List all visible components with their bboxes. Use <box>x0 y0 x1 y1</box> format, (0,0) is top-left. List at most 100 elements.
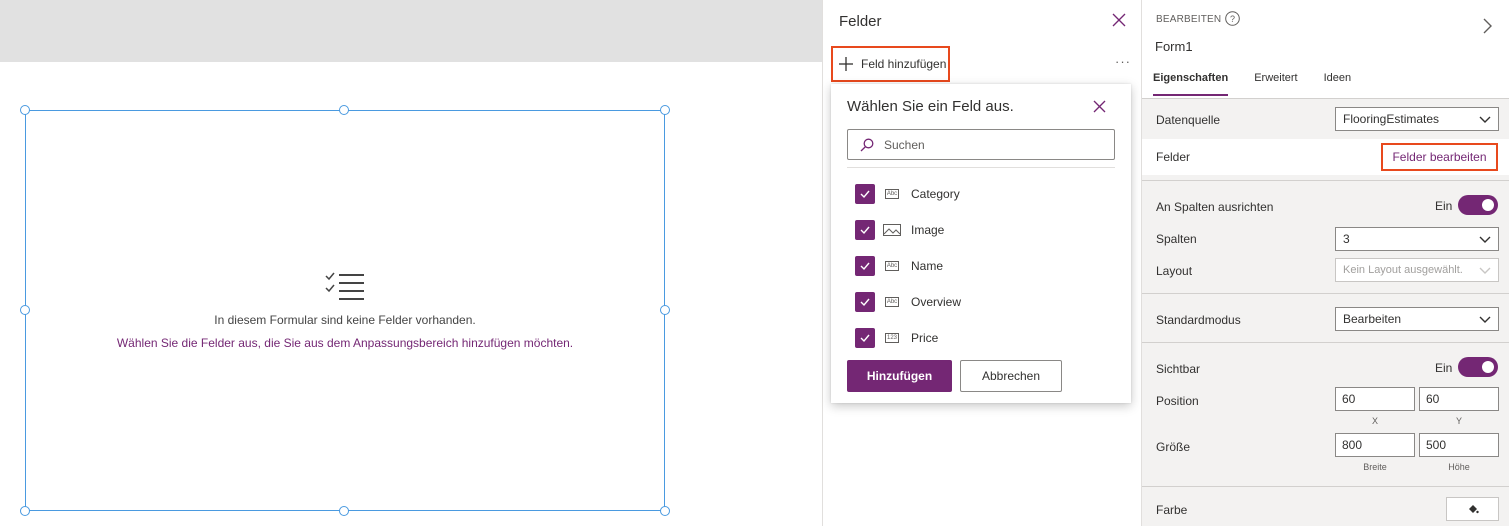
property-tabs: Eigenschaften Erweitert Ideen <box>1153 72 1377 96</box>
field-name: Category <box>911 187 960 201</box>
edit-label: BEARBEITEN <box>1156 14 1222 25</box>
visible-label: Sichtbar <box>1156 362 1201 376</box>
popup-title: Wählen Sie ein Feld aus. <box>847 98 1014 115</box>
select-fields-link[interactable]: Wählen Sie die Felder aus, die Sie aus d… <box>26 336 664 350</box>
height-input[interactable] <box>1419 433 1499 457</box>
default-mode-value: Bearbeiten <box>1343 312 1402 326</box>
field-name: Price <box>911 331 939 345</box>
edit-fields-link[interactable]: Felder bearbeiten <box>1381 143 1498 171</box>
tab-ideas[interactable]: Ideen <box>1324 72 1352 96</box>
checkbox[interactable] <box>855 256 875 276</box>
layout-label: Layout <box>1156 264 1193 278</box>
visible-toggle[interactable] <box>1458 357 1498 377</box>
search-icon <box>860 138 874 151</box>
fields-pane-title: Felder <box>839 13 882 30</box>
checkmark-icon <box>860 226 870 235</box>
resize-handle-left[interactable] <box>20 305 30 315</box>
form-control[interactable]: In diesem Formular sind keine Felder vor… <box>25 110 665 511</box>
field-item-category[interactable]: Abc Category <box>855 176 961 212</box>
canvas-top-bar <box>0 0 822 62</box>
checkmark-icon <box>860 262 870 271</box>
checkmark-icon <box>860 190 870 199</box>
checkbox[interactable] <box>855 292 875 312</box>
snap-toggle-text: Ein <box>1435 199 1453 213</box>
color-picker-button[interactable] <box>1446 497 1499 521</box>
tab-properties[interactable]: Eigenschaften <box>1153 72 1229 96</box>
resize-handle-bottom[interactable] <box>339 506 349 516</box>
resize-handle-right[interactable] <box>660 305 670 315</box>
resize-handle-bottom-right[interactable] <box>660 506 670 516</box>
layout-dropdown[interactable]: Kein Layout ausgewählt. <box>1335 258 1499 282</box>
columns-dropdown[interactable]: 3 <box>1335 227 1499 251</box>
checkbox[interactable] <box>855 220 875 240</box>
position-x-input[interactable] <box>1335 387 1415 411</box>
add-button[interactable]: Hinzufügen <box>847 360 952 392</box>
chevron-down-icon <box>1479 267 1491 274</box>
color-label: Farbe <box>1156 503 1188 517</box>
help-icon[interactable]: ? <box>1225 11 1240 26</box>
snap-to-columns-toggle[interactable] <box>1458 195 1498 215</box>
field-item-image[interactable]: Image <box>855 212 961 248</box>
position-y-input[interactable] <box>1419 387 1499 411</box>
field-name: Overview <box>911 295 962 309</box>
field-list: Abc Category Image Abc Name Abc Overview <box>855 176 961 356</box>
paint-bucket-icon <box>1468 505 1479 514</box>
width-label: Breite <box>1363 462 1387 472</box>
resize-handle-top-right[interactable] <box>660 105 670 115</box>
chevron-down-icon <box>1479 236 1491 243</box>
columns-value: 3 <box>1343 232 1350 246</box>
text-type-icon: Abc <box>884 297 900 307</box>
width-input[interactable] <box>1335 433 1415 457</box>
empty-message: In diesem Formular sind keine Felder vor… <box>214 313 476 327</box>
field-picker-popup: Wählen Sie ein Feld aus. Abc Category <box>831 84 1131 403</box>
search-box[interactable] <box>847 129 1115 160</box>
close-icon[interactable] <box>1093 100 1106 113</box>
text-type-icon: Abc <box>884 261 900 271</box>
resize-handle-top-left[interactable] <box>20 105 30 115</box>
chevron-right-icon[interactable] <box>1482 18 1492 34</box>
number-type-icon: 123 <box>884 333 899 343</box>
divider <box>1142 342 1509 343</box>
canvas-area: In diesem Formular sind keine Felder vor… <box>0 0 822 526</box>
checkmark-icon <box>860 298 870 307</box>
x-label: X <box>1371 416 1378 426</box>
layout-value: Kein Layout ausgewählt. <box>1343 264 1463 276</box>
field-name: Image <box>911 223 945 237</box>
more-options-icon[interactable]: ··· <box>1115 54 1131 69</box>
datasource-label: Datenquelle <box>1156 113 1221 127</box>
tab-advanced[interactable]: Erweitert <box>1254 72 1297 96</box>
resize-handle-bottom-left[interactable] <box>20 506 30 516</box>
visible-toggle-text: Ein <box>1435 361 1453 375</box>
resize-handle-top[interactable] <box>339 105 349 115</box>
default-mode-dropdown[interactable]: Bearbeiten <box>1335 307 1499 331</box>
field-item-overview[interactable]: Abc Overview <box>855 284 961 320</box>
close-icon[interactable] <box>1112 13 1126 27</box>
height-label: Höhe <box>1448 462 1470 472</box>
image-icon <box>883 224 901 236</box>
checkbox[interactable] <box>855 184 875 204</box>
datasource-value: FlooringEstimates <box>1343 112 1440 126</box>
divider <box>1142 293 1509 294</box>
field-name: Name <box>911 259 944 273</box>
checkmark-icon <box>860 334 870 343</box>
default-mode-label: Standardmodus <box>1156 313 1241 327</box>
divider <box>847 167 1115 168</box>
app-root: In diesem Formular sind keine Felder vor… <box>0 0 1509 526</box>
empty-state: In diesem Formular sind keine Felder vor… <box>26 271 664 350</box>
divider <box>1142 98 1509 99</box>
field-item-name[interactable]: Abc Name <box>855 248 961 284</box>
position-label: Position <box>1156 394 1199 408</box>
properties-header: BEARBEITEN ? Form1 Eigenschaften Erweite… <box>1142 0 1509 98</box>
field-item-price[interactable]: 123 Price <box>855 320 961 356</box>
checkbox[interactable] <box>855 328 875 348</box>
add-field-button[interactable]: Feld hinzufügen <box>831 46 950 82</box>
size-label: Größe <box>1156 440 1191 454</box>
checklist-icon <box>325 272 364 300</box>
chevron-down-icon <box>1479 316 1491 323</box>
datasource-dropdown[interactable]: FlooringEstimates <box>1335 107 1499 131</box>
text-type-icon: Abc <box>884 189 900 199</box>
search-input[interactable] <box>884 137 1104 152</box>
chevron-down-icon <box>1479 116 1491 123</box>
snap-to-columns-label: An Spalten ausrichten <box>1156 200 1274 214</box>
cancel-button[interactable]: Abbrechen <box>960 360 1062 392</box>
